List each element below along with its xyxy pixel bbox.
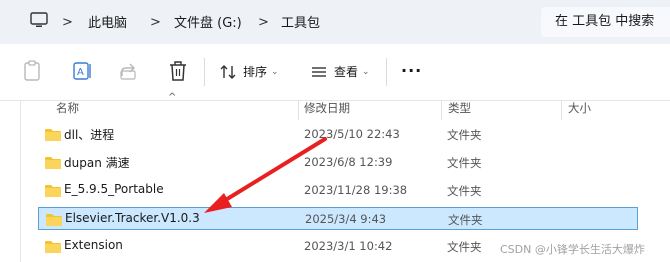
file-date: 2023/5/10 22:43 xyxy=(304,127,400,141)
rename-button[interactable]: A xyxy=(72,60,94,82)
column-divider[interactable] xyxy=(561,100,562,120)
view-icon xyxy=(312,66,326,77)
file-type: 文件夹 xyxy=(447,128,482,142)
breadcrumb-separator[interactable]: > xyxy=(150,15,161,30)
search-input[interactable]: 在 工具包 中搜索 xyxy=(541,7,670,37)
column-header-size[interactable]: 大小 xyxy=(568,100,591,123)
file-name: Extension xyxy=(64,238,123,252)
file-name: Elsevier.Tracker.V1.0.3 xyxy=(65,211,200,225)
breadcrumb-separator[interactable]: > xyxy=(258,15,269,30)
file-date: 2023/3/1 10:42 xyxy=(304,239,393,253)
trash-icon xyxy=(170,61,186,81)
file-type: 文件夹 xyxy=(448,213,483,227)
address-bar: > 此电脑 > 文件盘 (G:) > 工具包 在 工具包 中搜索 xyxy=(0,0,670,44)
view-label: 查看 xyxy=(334,65,359,79)
file-type: 文件夹 xyxy=(447,156,482,170)
sort-label: 排序 xyxy=(243,65,268,79)
file-name: dll、进程 xyxy=(64,128,115,142)
table-row[interactable]: dll、进程 2023/5/10 22:43 文件夹 xyxy=(38,123,638,146)
file-type: 文件夹 xyxy=(447,240,482,254)
column-header-name[interactable]: 名称 xyxy=(56,100,79,123)
share-icon xyxy=(120,63,136,80)
file-date: 2023/11/28 19:38 xyxy=(304,183,408,197)
folder-icon xyxy=(44,240,62,257)
breadcrumb-this-pc[interactable]: 此电脑 xyxy=(88,12,127,31)
clipboard-icon xyxy=(24,60,40,81)
table-row[interactable]: E_5.9.5_Portable 2023/11/28 19:38 文件夹 xyxy=(38,179,638,202)
file-date: 2025/3/4 9:43 xyxy=(305,212,387,226)
delete-button[interactable] xyxy=(168,60,188,82)
toolbar-divider xyxy=(386,58,387,86)
breadcrumb-toolkit[interactable]: 工具包 xyxy=(281,12,320,31)
svg-text:A: A xyxy=(77,67,84,78)
file-type: 文件夹 xyxy=(447,184,482,198)
file-list: ^ 名称 修改日期 类型 大小 dll、进程 2023/5/10 22:43 文… xyxy=(0,92,670,262)
share-button[interactable] xyxy=(119,61,139,81)
table-row-selected[interactable]: Elsevier.Tracker.V1.0.3 2025/3/4 9:43 文件… xyxy=(38,207,638,230)
folder-icon xyxy=(44,128,62,145)
more-options-button[interactable]: ··· xyxy=(401,61,422,80)
column-divider[interactable] xyxy=(441,100,442,120)
file-name: E_5.9.5_Portable xyxy=(64,182,164,196)
breadcrumb-separator[interactable]: > xyxy=(62,15,73,30)
command-bar: A 排序 ⌄ 查看 ⌄ ··· xyxy=(0,44,670,101)
chevron-down-icon: ⌄ xyxy=(362,66,370,77)
sort-ascending-icon: ^ xyxy=(168,92,177,103)
column-divider[interactable] xyxy=(298,100,299,120)
file-name: dupan 满速 xyxy=(64,156,130,170)
file-date: 2023/6/8 12:39 xyxy=(304,155,393,169)
toolbar-divider xyxy=(204,58,205,86)
rename-icon: A xyxy=(73,62,91,80)
folder-icon xyxy=(44,184,62,201)
computer-icon[interactable] xyxy=(30,12,48,31)
watermark-text: CSDN @小锋学长生活大爆炸 xyxy=(500,243,645,256)
table-row[interactable]: dupan 满速 2023/6/8 12:39 文件夹 xyxy=(38,151,638,174)
breadcrumb-drive-g[interactable]: 文件盘 (G:) xyxy=(174,12,242,31)
paste-button[interactable] xyxy=(22,60,42,82)
chevron-down-icon: ⌄ xyxy=(271,66,279,77)
sort-icon xyxy=(220,64,236,79)
folder-icon xyxy=(44,156,62,173)
column-header-date[interactable]: 修改日期 xyxy=(304,100,350,123)
folder-icon xyxy=(45,213,63,230)
view-button[interactable]: 查看 ⌄ xyxy=(310,63,370,80)
navigation-pane-edge xyxy=(20,100,21,262)
column-header-type[interactable]: 类型 xyxy=(448,100,471,123)
sort-button[interactable]: 排序 ⌄ xyxy=(219,63,279,80)
